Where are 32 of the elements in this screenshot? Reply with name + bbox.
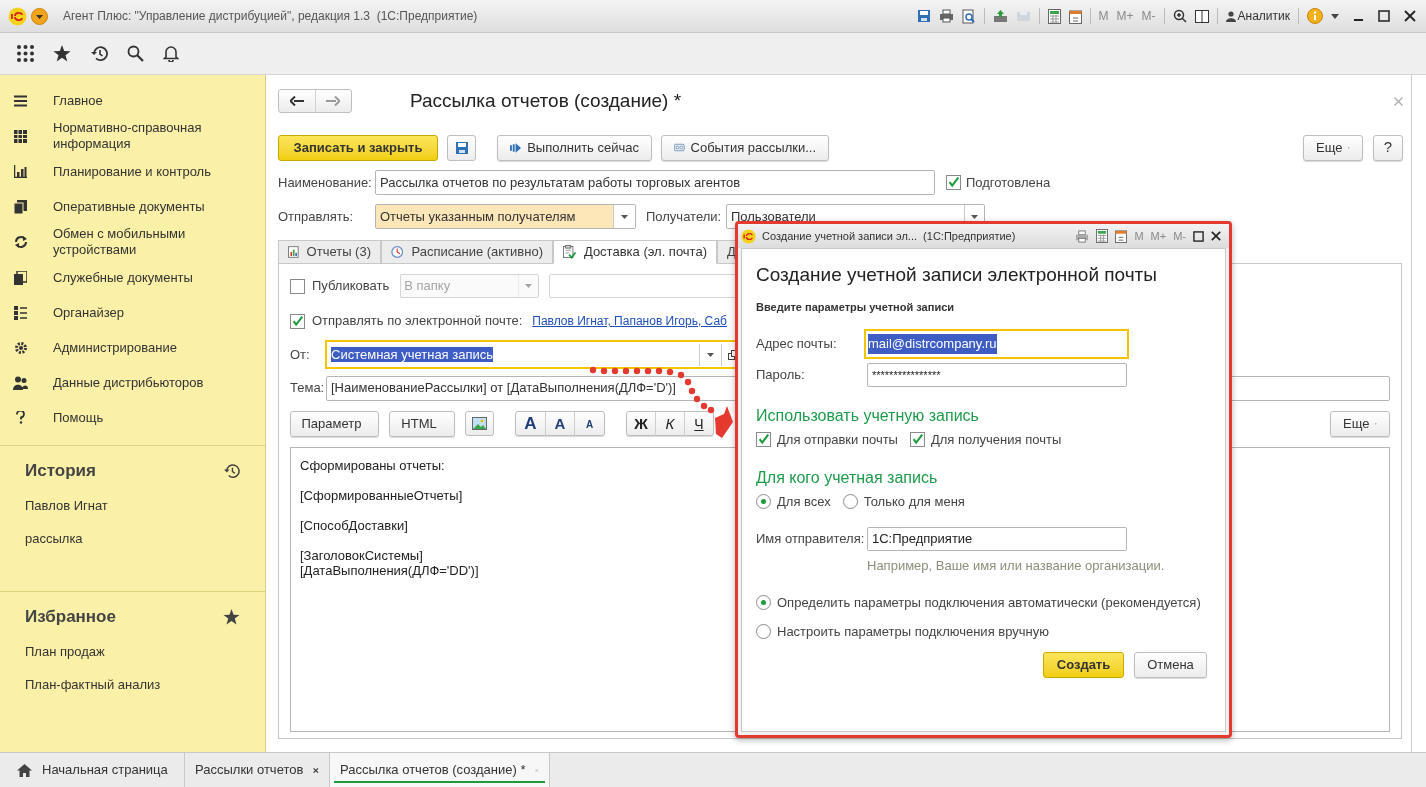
field-label: Тема:: [290, 379, 326, 398]
group-title: Использовать учетную запись: [756, 406, 980, 426]
window-tab-label: Начальная страница: [42, 761, 168, 780]
checkbox-label: Подготовлена: [966, 173, 1051, 192]
field-label: Пароль:: [756, 366, 806, 385]
radio-label: Только для меня: [863, 492, 965, 511]
group-title: Для кого учетная запись: [756, 467, 939, 488]
dialog-heading: Создание учетной записи электронной почты: [756, 263, 1158, 287]
window-tab-label: Рассылка отчетов (создание) *: [340, 761, 526, 780]
dialog-subheading: Введите параметры учетной записи: [756, 299, 956, 315]
selected-text: Системная учетная запись: [331, 346, 494, 362]
field-label: Адрес почты:: [756, 335, 838, 354]
form-title: Рассылка отчетов (создание) *: [410, 88, 682, 113]
field-label: Имя отправителя:: [756, 530, 866, 549]
field-hint: Например, Ваше имя или название организации.: [867, 557, 1166, 575]
checkbox-label: Для отправки почты: [777, 431, 898, 449]
checkbox-label: Публиковать: [312, 277, 390, 296]
selected-text: mail@distrcompany.ru: [868, 334, 997, 354]
field-label: Получатели:: [646, 207, 723, 226]
radio-label: Для всех: [777, 492, 831, 511]
window-tab-label: Рассылки отчетов: [195, 761, 304, 780]
radio-label: Настроить параметры подключения вручную: [777, 623, 1049, 641]
radio-label: Определить параметры подключения автоматически (рекомендуется): [777, 593, 1201, 612]
checkbox-label: Отправлять по электронной почте:: [312, 312, 523, 331]
section-title: История: [25, 460, 96, 483]
window-title: Агент Плюс: "Управление дистрибуцией", редакция 1.3 (1С:Предприятие): [63, 8, 478, 25]
field-label: От:: [290, 345, 311, 364]
field-label: Наименование:: [278, 173, 373, 192]
checkbox-label: Для получения почты: [930, 431, 1062, 449]
field-label: Отправлять:: [278, 207, 355, 226]
section-title: Избранное: [25, 606, 116, 629]
dialog-title: Создание учетной записи эл... (1С:Предприятие): [762, 228, 1016, 244]
